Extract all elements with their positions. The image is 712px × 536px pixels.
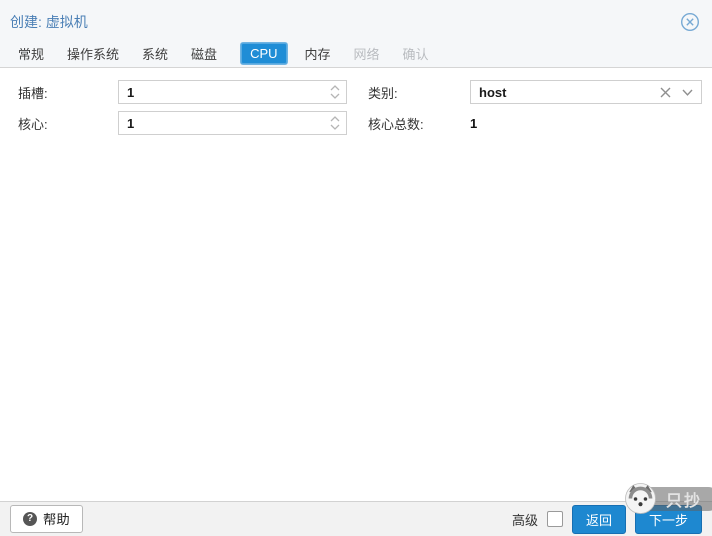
total-cores-label: 核心总数: bbox=[368, 116, 424, 132]
chevron-up-icon bbox=[330, 85, 340, 91]
tab-os[interactable]: 操作系统 bbox=[67, 40, 119, 67]
tab-cpu[interactable]: CPU bbox=[240, 42, 288, 65]
watermark-badge: 只抄 bbox=[625, 483, 712, 514]
create-vm-dialog: 创建: 虚拟机 常规 操作系统 系统 磁盘 CPU 内存 网络 确认 插槽: 1… bbox=[0, 0, 712, 536]
tab-system[interactable]: 系统 bbox=[142, 40, 168, 67]
wizard-tabs: 常规 操作系统 系统 磁盘 CPU 内存 网络 确认 bbox=[0, 36, 712, 67]
advanced-label: 高级 bbox=[511, 512, 538, 528]
form-row-1: 插槽: 类别: bbox=[0, 80, 712, 104]
watermark-text: 只抄 bbox=[665, 493, 702, 510]
tab-general[interactable]: 常规 bbox=[18, 40, 44, 67]
cores-stepper bbox=[118, 111, 347, 135]
chevron-up-icon bbox=[330, 116, 340, 122]
tab-network: 网络 bbox=[353, 47, 380, 62]
sockets-label: 插槽: bbox=[18, 85, 48, 101]
dialog-header: 创建: 虚拟机 常规 操作系统 系统 磁盘 CPU 内存 网络 确认 bbox=[0, 0, 712, 68]
sockets-input[interactable] bbox=[118, 80, 347, 104]
help-button[interactable]: ? 帮助 bbox=[10, 505, 83, 533]
clear-icon[interactable] bbox=[660, 87, 671, 98]
chevron-down-icon bbox=[330, 124, 340, 130]
tab-confirm: 确认 bbox=[402, 47, 429, 62]
cores-spinner-icons[interactable] bbox=[330, 116, 340, 130]
type-label: 类别: bbox=[368, 85, 398, 101]
sockets-stepper bbox=[118, 80, 347, 104]
help-button-label: 帮助 bbox=[43, 512, 70, 527]
form-row-2: 核心: 核心总数: 1 bbox=[0, 111, 712, 135]
tab-disks[interactable]: 磁盘 bbox=[191, 40, 217, 67]
back-button[interactable]: 返回 bbox=[571, 504, 626, 534]
chevron-down-icon bbox=[330, 93, 340, 99]
husky-face-icon bbox=[625, 483, 656, 514]
chevron-down-icon[interactable] bbox=[682, 89, 693, 96]
question-circle-icon: ? bbox=[23, 511, 37, 526]
type-combobox bbox=[470, 80, 702, 104]
cores-label: 核心: bbox=[18, 116, 48, 132]
advanced-checkbox[interactable] bbox=[546, 511, 563, 527]
cpu-form: 插槽: 类别: bbox=[0, 68, 712, 135]
dialog-footer: ? 帮助 高级 返回 下一步 bbox=[0, 501, 712, 536]
tab-memory[interactable]: 内存 bbox=[305, 40, 331, 67]
cores-input[interactable] bbox=[118, 111, 347, 135]
dialog-title: 创建: 虚拟机 bbox=[10, 14, 88, 30]
total-cores-value: 1 bbox=[470, 115, 478, 131]
close-icon[interactable] bbox=[680, 12, 700, 32]
sockets-spinner-icons[interactable] bbox=[330, 85, 340, 99]
